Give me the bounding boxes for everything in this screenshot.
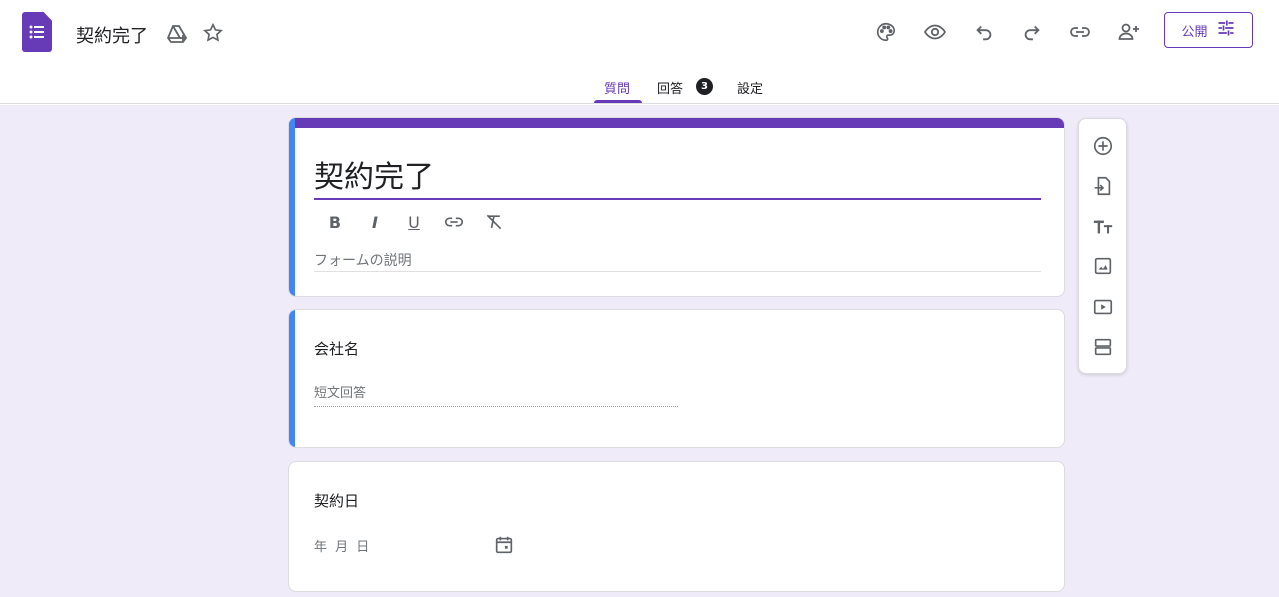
insert-link-icon[interactable] bbox=[442, 210, 466, 234]
italic-button[interactable]: I bbox=[363, 210, 387, 234]
selected-question-indicator bbox=[289, 310, 295, 447]
responses-count-badge: 3 bbox=[696, 78, 713, 95]
tab-responses[interactable]: 回答 bbox=[657, 78, 683, 97]
star-icon[interactable] bbox=[202, 22, 226, 46]
top-bar: 契約完了 公開 質問 回答 3 設定 bbox=[0, 0, 1279, 104]
add-section-icon[interactable] bbox=[1091, 335, 1115, 359]
tab-questions[interactable]: 質問 bbox=[604, 78, 630, 97]
add-video-icon[interactable] bbox=[1091, 295, 1115, 319]
palette-icon[interactable] bbox=[874, 20, 898, 44]
import-questions-icon[interactable] bbox=[1091, 174, 1115, 198]
preview-icon[interactable] bbox=[923, 20, 947, 44]
question-card[interactable]: 契約日 年 月 日 bbox=[288, 461, 1065, 592]
forms-logo-icon[interactable] bbox=[22, 12, 52, 52]
tab-bar: 質問 回答 3 設定 bbox=[0, 70, 1279, 104]
clear-formatting-icon[interactable] bbox=[482, 210, 506, 234]
short-answer-placeholder: 短文回答 bbox=[314, 386, 367, 401]
add-title-icon[interactable] bbox=[1091, 215, 1115, 239]
tab-settings[interactable]: 設定 bbox=[737, 78, 763, 97]
undo-icon[interactable] bbox=[972, 20, 996, 44]
title-focus-underline bbox=[314, 198, 1041, 200]
floating-toolbar bbox=[1078, 118, 1127, 374]
question-title[interactable]: 契約日 bbox=[314, 490, 359, 511]
form-canvas: 契約完了 B I U フォームの説明 会社名 短文回答 契約日 年 月 日 bbox=[0, 105, 1279, 597]
active-tab-indicator bbox=[594, 100, 642, 103]
form-title-input[interactable]: 契約完了 bbox=[314, 152, 434, 196]
form-description-input[interactable]: フォームの説明 bbox=[314, 250, 412, 270]
header-color-stripe bbox=[289, 118, 1064, 128]
answer-underline bbox=[314, 406, 678, 407]
form-header-card[interactable]: 契約完了 B I U フォームの説明 bbox=[288, 117, 1065, 297]
add-to-drive-icon[interactable] bbox=[165, 22, 189, 46]
tune-icon bbox=[1216, 18, 1236, 42]
active-card-indicator bbox=[289, 118, 295, 296]
publish-button[interactable]: 公開 bbox=[1164, 12, 1253, 48]
add-question-icon[interactable] bbox=[1091, 134, 1115, 158]
publish-label: 公開 bbox=[1181, 24, 1208, 40]
description-underline bbox=[314, 271, 1041, 272]
underline-button[interactable]: U bbox=[402, 210, 426, 234]
redo-icon[interactable] bbox=[1020, 20, 1044, 44]
add-image-icon[interactable] bbox=[1091, 254, 1115, 278]
add-collaborator-icon[interactable] bbox=[1117, 20, 1141, 44]
question-title[interactable]: 会社名 bbox=[314, 338, 359, 359]
link-icon[interactable] bbox=[1068, 20, 1092, 44]
calendar-icon bbox=[493, 534, 515, 560]
date-placeholder: 年 月 日 bbox=[314, 540, 372, 555]
document-title[interactable]: 契約完了 bbox=[76, 22, 148, 48]
question-card[interactable]: 会社名 短文回答 bbox=[288, 309, 1065, 448]
bold-button[interactable]: B bbox=[323, 210, 347, 234]
